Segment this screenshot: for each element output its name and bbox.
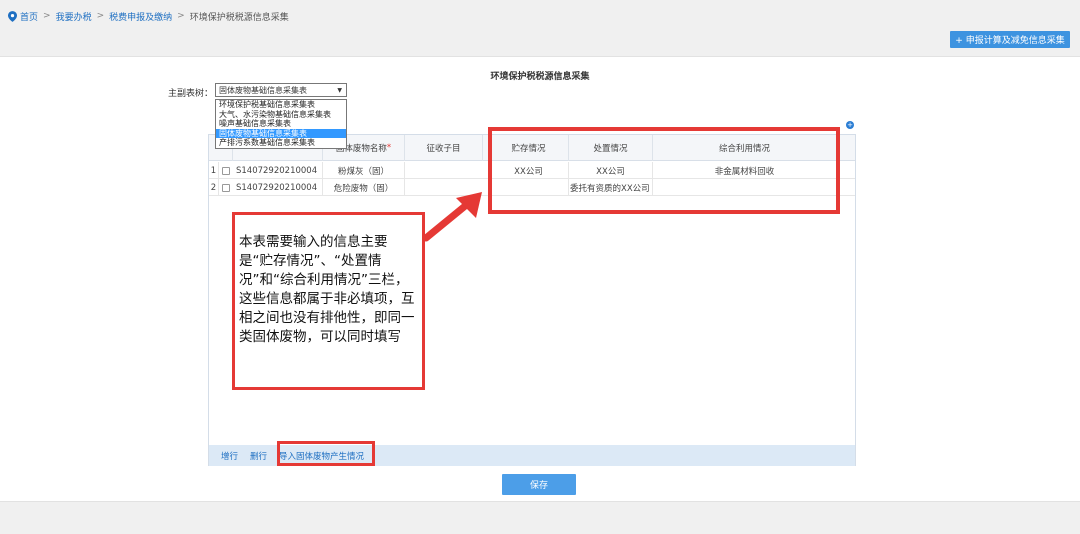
dropdown-option[interactable]: 大气、水污染物基础信息采集表 [216, 110, 346, 120]
highlight-box-columns [488, 127, 840, 214]
highlight-box-import [277, 441, 375, 466]
breadcrumb-tax-handling[interactable]: 我要办税 [56, 10, 92, 23]
page-title: 环境保护税税源信息采集 [490, 72, 590, 82]
annotation-arrow-icon [422, 192, 482, 242]
dropdown-option[interactable]: 产排污系数基础信息采集表 [216, 138, 346, 148]
required-mark: * [386, 143, 392, 153]
delete-row-link[interactable]: 删行 [250, 450, 267, 462]
table-type-dropdown-list: 环境保护税基础信息采集表 大气、水污染物基础信息采集表 噪声基础信息采集表 固体… [215, 99, 347, 149]
row-checkbox[interactable] [219, 162, 233, 179]
row-waste-name[interactable]: 危险废物（固） [323, 179, 405, 196]
breadcrumb-declaration[interactable]: 税费申报及缴纳 [109, 10, 172, 23]
breadcrumb-home[interactable]: 首页 [20, 10, 38, 23]
row-code: S14072920210004 [233, 179, 323, 196]
dropdown-option-selected[interactable]: 固体废物基础信息采集表 [216, 128, 346, 138]
table-type-selected-value: 固体废物基础信息采集表 [219, 85, 307, 95]
main-sub-table-label: 主副表树： [168, 89, 214, 99]
dropdown-arrow-icon: ▼ [337, 86, 342, 94]
save-button[interactable]: 保存 [502, 474, 576, 495]
table-type-select[interactable]: 固体废物基础信息采集表 ▼ [215, 83, 347, 97]
add-row-link[interactable]: 增行 [221, 450, 238, 462]
location-pin-icon [8, 10, 17, 22]
checkbox-icon[interactable] [222, 166, 230, 175]
row-code: S14072920210004 [233, 162, 323, 179]
annotation-note: 本表需要输入的信息主要是“贮存情况”、“处置情况”和“综合利用情况”三栏，这些信… [232, 212, 425, 390]
breadcrumb-separator: > [177, 11, 185, 21]
declaration-calc-button[interactable]: + 申报计算及减免信息采集 [950, 31, 1070, 48]
breadcrumb-separator: > [96, 11, 105, 21]
row-waste-name[interactable]: 粉煤灰（固） [323, 162, 405, 179]
header-subitem: 征收子目 [405, 135, 483, 161]
dropdown-option[interactable]: 噪声基础信息采集表 [216, 119, 346, 129]
dropdown-option[interactable]: 环境保护税基础信息采集表 [216, 100, 346, 110]
expand-plus-icon[interactable]: + [846, 121, 854, 129]
breadcrumb-current: 环境保护税税源信息采集 [189, 12, 289, 23]
row-number: 1 [209, 162, 219, 179]
breadcrumb: 首页 > 我要办税 > 税费申报及缴纳 > 环境保护税税源信息采集 [8, 9, 289, 23]
breadcrumb-separator: > [43, 11, 51, 21]
row-number: 2 [209, 179, 219, 196]
row-subitem[interactable] [405, 162, 489, 179]
row-checkbox[interactable] [219, 179, 233, 196]
checkbox-icon[interactable] [222, 183, 230, 192]
main-panel: 环境保护税税源信息采集 主副表树： 固体废物基础信息采集表 ▼ 环境保护税基础信… [0, 56, 1080, 502]
